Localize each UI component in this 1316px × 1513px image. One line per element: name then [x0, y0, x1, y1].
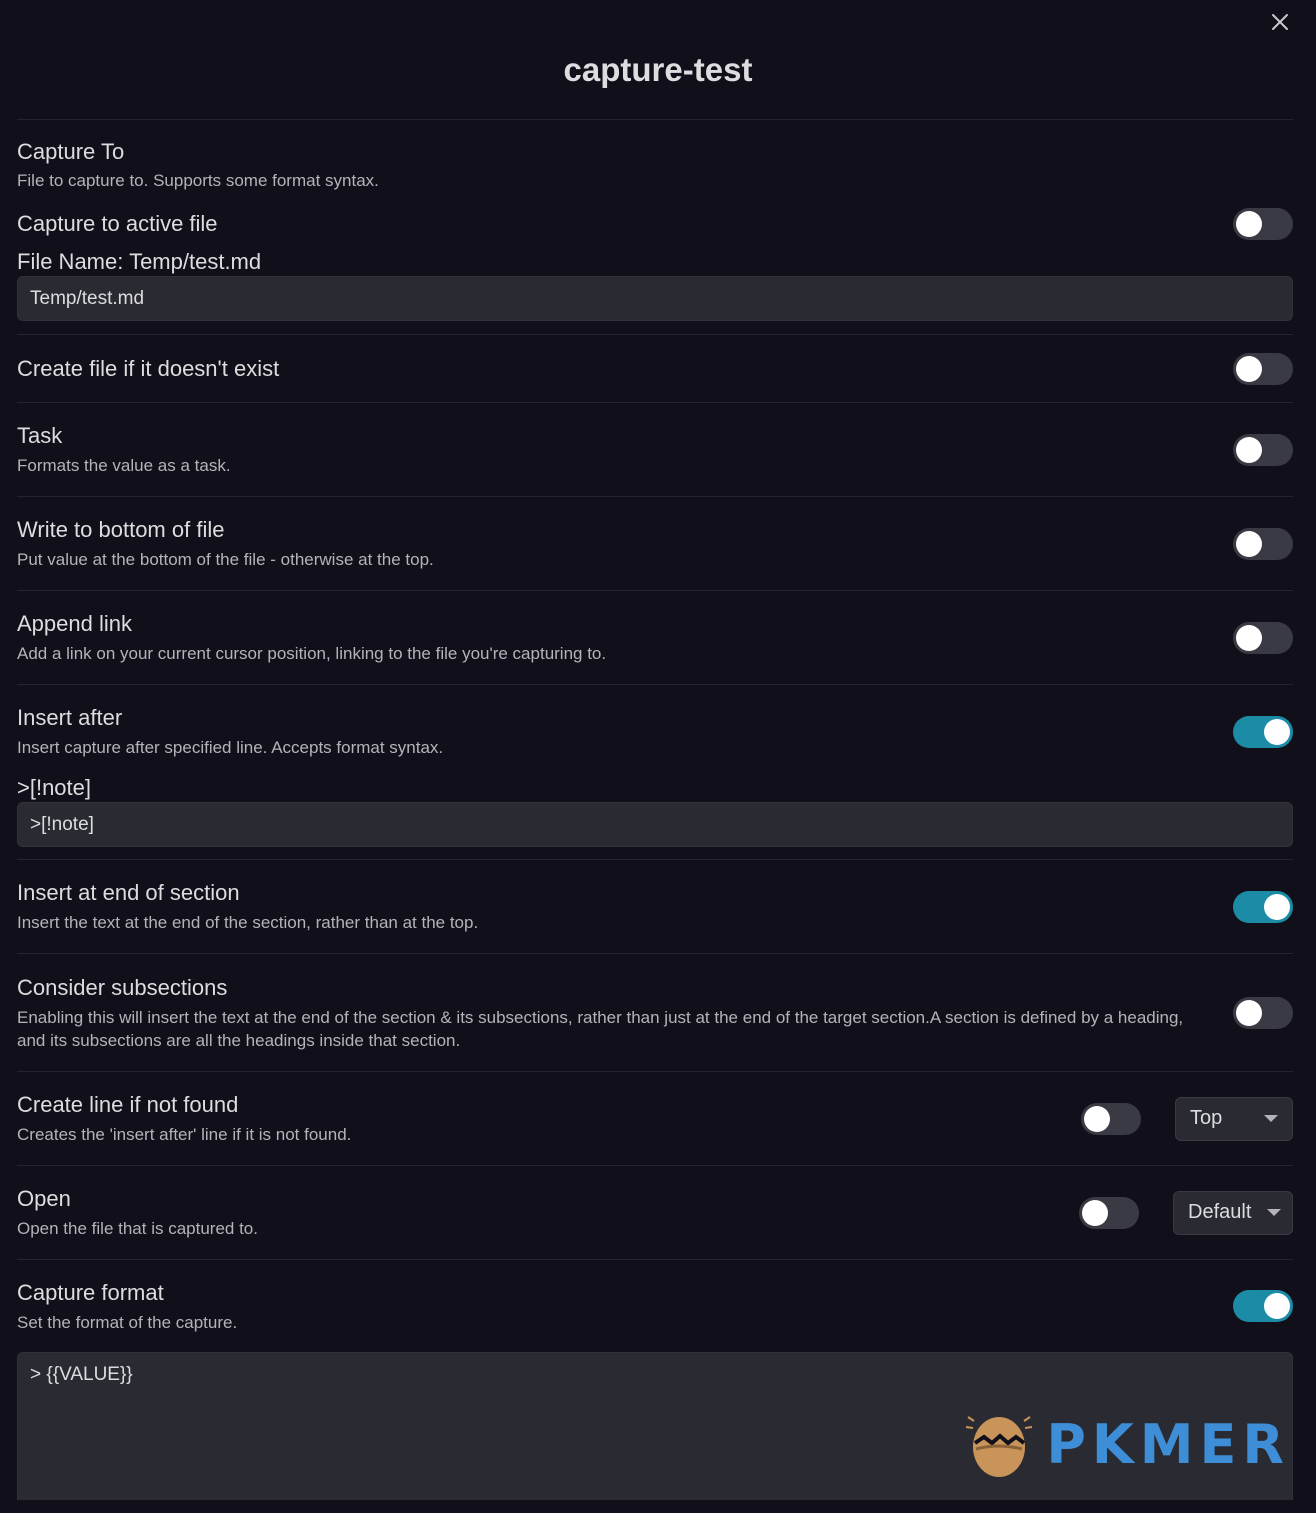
- toggle-knob: [1084, 1105, 1110, 1132]
- consider-subsections-setting: Consider subsections Enabling this will …: [17, 954, 1293, 1071]
- insert-end-section-description: Insert the text at the end of the sectio…: [17, 913, 479, 932]
- insert-after-setting: Insert after Insert capture after specif…: [17, 685, 1293, 778]
- write-bottom-toggle[interactable]: [1233, 527, 1293, 560]
- toggle-knob: [1236, 436, 1262, 463]
- file-name-section: File Name: Temp/test.md Temp/test.md: [17, 248, 1293, 321]
- task-setting: Task Formats the value as a task.: [17, 403, 1293, 496]
- insert-after-toggle[interactable]: [1233, 715, 1293, 748]
- toggle-knob: [1236, 624, 1262, 651]
- create-line-label: Create line if not found: [17, 1092, 239, 1117]
- pkmer-watermark: PKMER: [962, 1409, 1290, 1479]
- toggle-knob: [1082, 1199, 1108, 1226]
- task-toggle[interactable]: [1233, 433, 1293, 466]
- create-line-position-value: Top: [1190, 1107, 1223, 1129]
- file-name-label: File Name: Temp/test.md: [17, 249, 262, 274]
- toggle-knob: [1236, 355, 1262, 382]
- capture-to-section: Capture To File to capture to. Supports …: [17, 120, 1293, 192]
- capture-to-description: File to capture to. Supports some format…: [17, 171, 379, 190]
- write-bottom-description: Put value at the bottom of the file - ot…: [17, 550, 434, 569]
- watermark-text: PKMER: [1046, 1412, 1290, 1476]
- write-bottom-setting: Write to bottom of file Put value at the…: [17, 497, 1293, 590]
- task-description: Formats the value as a task.: [17, 456, 231, 475]
- capture-format-description: Set the format of the capture.: [17, 1312, 238, 1332]
- capture-to-active-file-setting: Capture to active file: [17, 194, 1293, 254]
- write-bottom-label: Write to bottom of file: [17, 517, 225, 542]
- toggle-knob: [1264, 893, 1290, 920]
- capture-settings-modal: capture-test Capture To File to capture …: [0, 0, 1316, 1500]
- insert-after-description: Insert capture after specified line. Acc…: [17, 738, 444, 757]
- create-file-setting: Create file if it doesn't exist: [17, 335, 1293, 402]
- create-line-setting: Create line if not found Creates the 'in…: [17, 1072, 1293, 1165]
- insert-end-section-label: Insert at end of section: [17, 880, 240, 905]
- create-file-label: Create file if it doesn't exist: [17, 355, 280, 381]
- modal-title: capture-test: [563, 51, 753, 88]
- egg-logo-icon: [966, 1416, 1033, 1477]
- append-link-description: Add a link on your current cursor positi…: [17, 644, 607, 663]
- create-file-toggle[interactable]: [1233, 352, 1293, 385]
- consider-subsections-description: Enabling this will insert the text at th…: [17, 1007, 1184, 1050]
- capture-to-active-file-toggle[interactable]: [1233, 208, 1293, 240]
- toggle-knob: [1264, 718, 1290, 745]
- capture-format-setting: Capture format Set the format of the cap…: [17, 1260, 1293, 1352]
- insert-end-section-toggle[interactable]: [1233, 890, 1293, 923]
- create-line-description: Creates the 'insert after' line if it is…: [17, 1125, 352, 1144]
- toggle-knob: [1236, 211, 1262, 237]
- insert-after-label: Insert after: [17, 705, 123, 730]
- capture-format-label: Capture format: [17, 1279, 164, 1305]
- toggle-knob: [1264, 1293, 1290, 1319]
- chevron-down-icon: [1267, 1209, 1282, 1216]
- open-toggle[interactable]: [1079, 1196, 1139, 1229]
- close-button[interactable]: [1266, 8, 1294, 36]
- create-line-toggle[interactable]: [1081, 1102, 1141, 1135]
- chevron-down-icon: [1264, 1115, 1278, 1122]
- toggle-knob: [1236, 530, 1262, 557]
- consider-subsections-toggle[interactable]: [1233, 996, 1293, 1029]
- task-label: Task: [17, 423, 63, 448]
- capture-format-toggle[interactable]: [1233, 1290, 1293, 1322]
- open-mode-select[interactable]: Default: [1173, 1190, 1293, 1235]
- open-setting: Open Open the file that is captured to. …: [17, 1166, 1293, 1259]
- insert-after-line-section: >[!note] >[!note]: [17, 774, 1293, 847]
- open-mode-value: Default: [1188, 1201, 1252, 1223]
- insert-after-line-input[interactable]: >[!note]: [17, 802, 1293, 847]
- capture-to-active-file-label: Capture to active file: [17, 211, 218, 236]
- consider-subsections-label: Consider subsections: [17, 974, 228, 1000]
- insert-end-section-setting: Insert at end of section Insert the text…: [17, 860, 1293, 953]
- toggle-knob: [1236, 999, 1262, 1026]
- file-name-input[interactable]: Temp/test.md: [17, 276, 1293, 321]
- append-link-label: Append link: [17, 611, 132, 636]
- open-label: Open: [17, 1186, 71, 1211]
- insert-after-line-label: >[!note]: [17, 775, 92, 800]
- open-description: Open the file that is captured to.: [17, 1219, 258, 1238]
- append-link-setting: Append link Add a link on your current c…: [17, 591, 1293, 684]
- append-link-toggle[interactable]: [1233, 621, 1293, 654]
- create-line-position-select[interactable]: Top: [1175, 1096, 1293, 1141]
- close-icon: [1272, 14, 1288, 30]
- capture-to-heading: Capture To: [17, 139, 125, 164]
- settings-content: Capture To File to capture to. Supports …: [17, 119, 1293, 1500]
